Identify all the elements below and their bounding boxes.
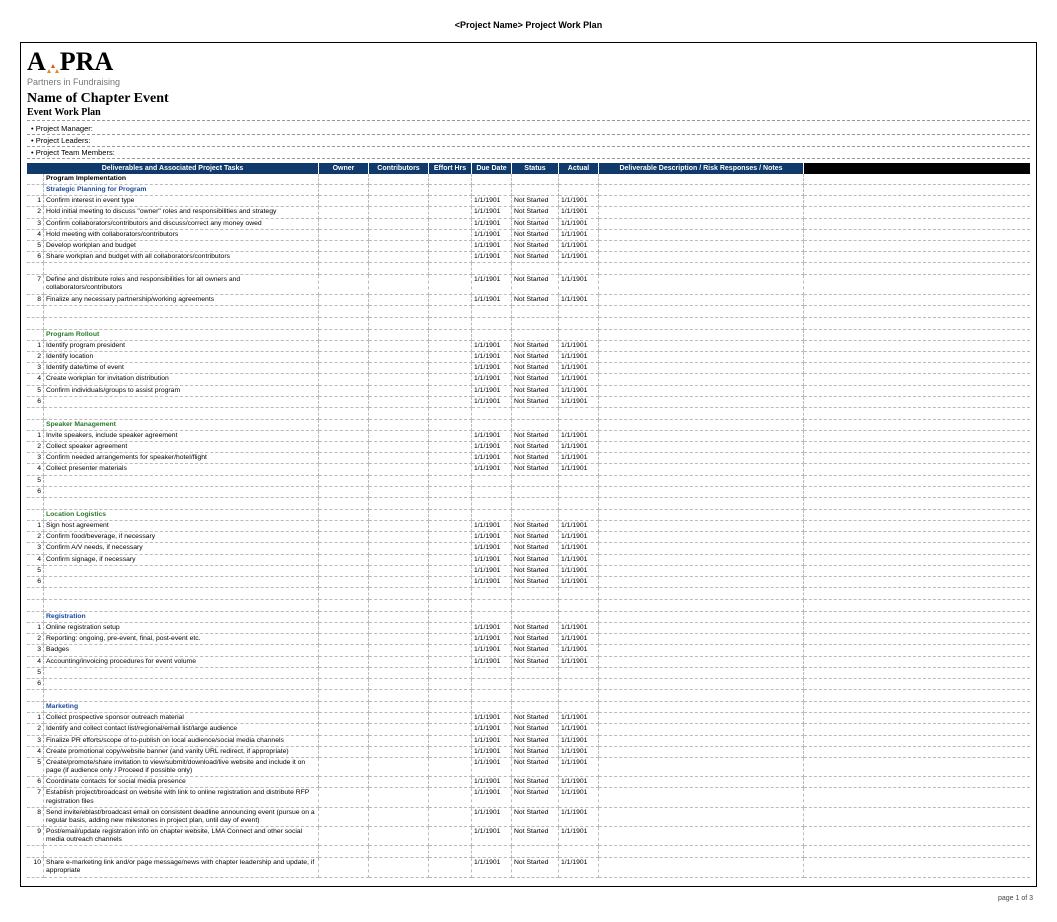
- table-row: 2Identify location1/1/1901Not Started1/1…: [27, 352, 1030, 363]
- info-row: Project Leaders:: [27, 135, 1030, 147]
- table-row: 4Create promotional copy/website banner …: [27, 746, 1030, 757]
- table-row: [27, 588, 1030, 600]
- table-row: 3Finalize PR efforts/scope of to-publish…: [27, 735, 1030, 746]
- table-row: 7Establish project/broadcast on website …: [27, 788, 1030, 807]
- table-row: 5Develop workplan and budget1/1/1901Not …: [27, 240, 1030, 251]
- table-row: [27, 846, 1030, 858]
- col-header: Contributors: [369, 163, 429, 174]
- table-row: 61/1/1901Not Started1/1/1901: [27, 396, 1030, 407]
- table-row: 2Identify and collect contact list/regio…: [27, 724, 1030, 735]
- table-row: 1Identify program president1/1/1901Not S…: [27, 340, 1030, 351]
- table-header-row: Deliverables and Associated Project Task…: [27, 163, 1030, 174]
- logo-block: APRA Partners in Fundraising: [27, 49, 1030, 87]
- table-row: 3Identify date/time of event1/1/1901Not …: [27, 363, 1030, 374]
- table-row: 1Confirm interest in event type1/1/1901N…: [27, 196, 1030, 207]
- table-row: [27, 263, 1030, 275]
- table-row: 2Confirm food/beverage, if necessary1/1/…: [27, 532, 1030, 543]
- table-row: 6Share workplan and budget with all coll…: [27, 252, 1030, 263]
- table-row: 4Accounting/invoicing procedures for eve…: [27, 656, 1030, 667]
- table-row: 4Hold meeting with collaborators/contrib…: [27, 229, 1030, 240]
- table-row: [27, 317, 1030, 329]
- col-header: Status: [512, 163, 559, 174]
- table-row: [27, 407, 1030, 419]
- table-row: [27, 600, 1030, 612]
- workplan-table: Deliverables and Associated Project Task…: [27, 163, 1030, 878]
- table-row: 1Collect prospective sponsor outreach ma…: [27, 713, 1030, 724]
- table-row: 3Confirm A/V needs, if necessary1/1/1901…: [27, 543, 1030, 554]
- table-row: 8Finalize any necessary partnership/work…: [27, 294, 1030, 305]
- col-header: Deliverable Description / Risk Responses…: [599, 163, 804, 174]
- table-row: 9Post/email/update registration info on …: [27, 826, 1030, 845]
- table-row: 4Collect presenter materials1/1/1901Not …: [27, 464, 1030, 475]
- table-row: 5Create/promote/share invitation to view…: [27, 757, 1030, 776]
- title-sub: Event Work Plan: [27, 107, 1030, 121]
- table-row: 5: [27, 667, 1030, 678]
- page-frame: APRA Partners in Fundraising Name of Cha…: [20, 42, 1037, 887]
- logo-tagline: Partners in Fundraising: [27, 77, 1030, 87]
- table-row: 61/1/1901Not Started1/1/1901: [27, 576, 1030, 587]
- table-row: 3Badges1/1/1901Not Started1/1/1901: [27, 645, 1030, 656]
- table-row: 5: [27, 475, 1030, 486]
- table-row: 4Create workplan for invitation distribu…: [27, 374, 1030, 385]
- table-row: Strategic Planning for Program: [27, 185, 1030, 196]
- table-row: 51/1/1901Not Started1/1/1901: [27, 565, 1030, 576]
- table-row: 3Confirm collaborators/contributors and …: [27, 218, 1030, 229]
- col-header: Due Date: [472, 163, 512, 174]
- table-row: [27, 690, 1030, 702]
- table-row: 6Coordinate contacts for social media pr…: [27, 777, 1030, 788]
- table-row: Registration: [27, 612, 1030, 623]
- col-header: Actual: [559, 163, 599, 174]
- apra-logo: APRA: [27, 49, 113, 75]
- table-row: 2Collect speaker agreement1/1/1901Not St…: [27, 442, 1030, 453]
- page-footer: page 1 of 3: [20, 895, 1037, 902]
- title-main: Name of Chapter Event: [27, 91, 1030, 107]
- table-row: 5Confirm individuals/groups to assist pr…: [27, 385, 1030, 396]
- table-row: 4Confirm signage, if necessary1/1/1901No…: [27, 554, 1030, 565]
- table-row: 1Invite speakers, include speaker agreem…: [27, 430, 1030, 441]
- table-row: [27, 497, 1030, 509]
- col-header: Owner: [319, 163, 369, 174]
- table-row: 10Share e-marketing link and/or page mes…: [27, 858, 1030, 877]
- col-header: Effort Hrs: [429, 163, 472, 174]
- table-row: [27, 305, 1030, 317]
- info-row: Project Team Members:: [27, 147, 1030, 159]
- info-row: Project Manager:: [27, 123, 1030, 135]
- table-row: 7Define and distribute roles and respons…: [27, 275, 1030, 294]
- document-header: <Project Name> Project Work Plan: [20, 20, 1037, 30]
- table-row: Program Rollout: [27, 329, 1030, 340]
- table-row: Program Implementation: [27, 174, 1030, 185]
- table-row: 3Confirm needed arrangements for speaker…: [27, 453, 1030, 464]
- table-row: 1Sign host agreement1/1/1901Not Started1…: [27, 521, 1030, 532]
- table-row: 1Online registration setup1/1/1901Not St…: [27, 623, 1030, 634]
- col-header: [804, 163, 1031, 174]
- table-row: Speaker Management: [27, 419, 1030, 430]
- table-row: Marketing: [27, 702, 1030, 713]
- table-row: 6: [27, 678, 1030, 689]
- table-row: 2Hold initial meeting to discuss "owner"…: [27, 207, 1030, 218]
- table-row: 2Reporting: ongoing, pre-event, final, p…: [27, 634, 1030, 645]
- col-header: Deliverables and Associated Project Task…: [27, 163, 319, 174]
- table-row: Location Logistics: [27, 509, 1030, 520]
- table-row: 6: [27, 486, 1030, 497]
